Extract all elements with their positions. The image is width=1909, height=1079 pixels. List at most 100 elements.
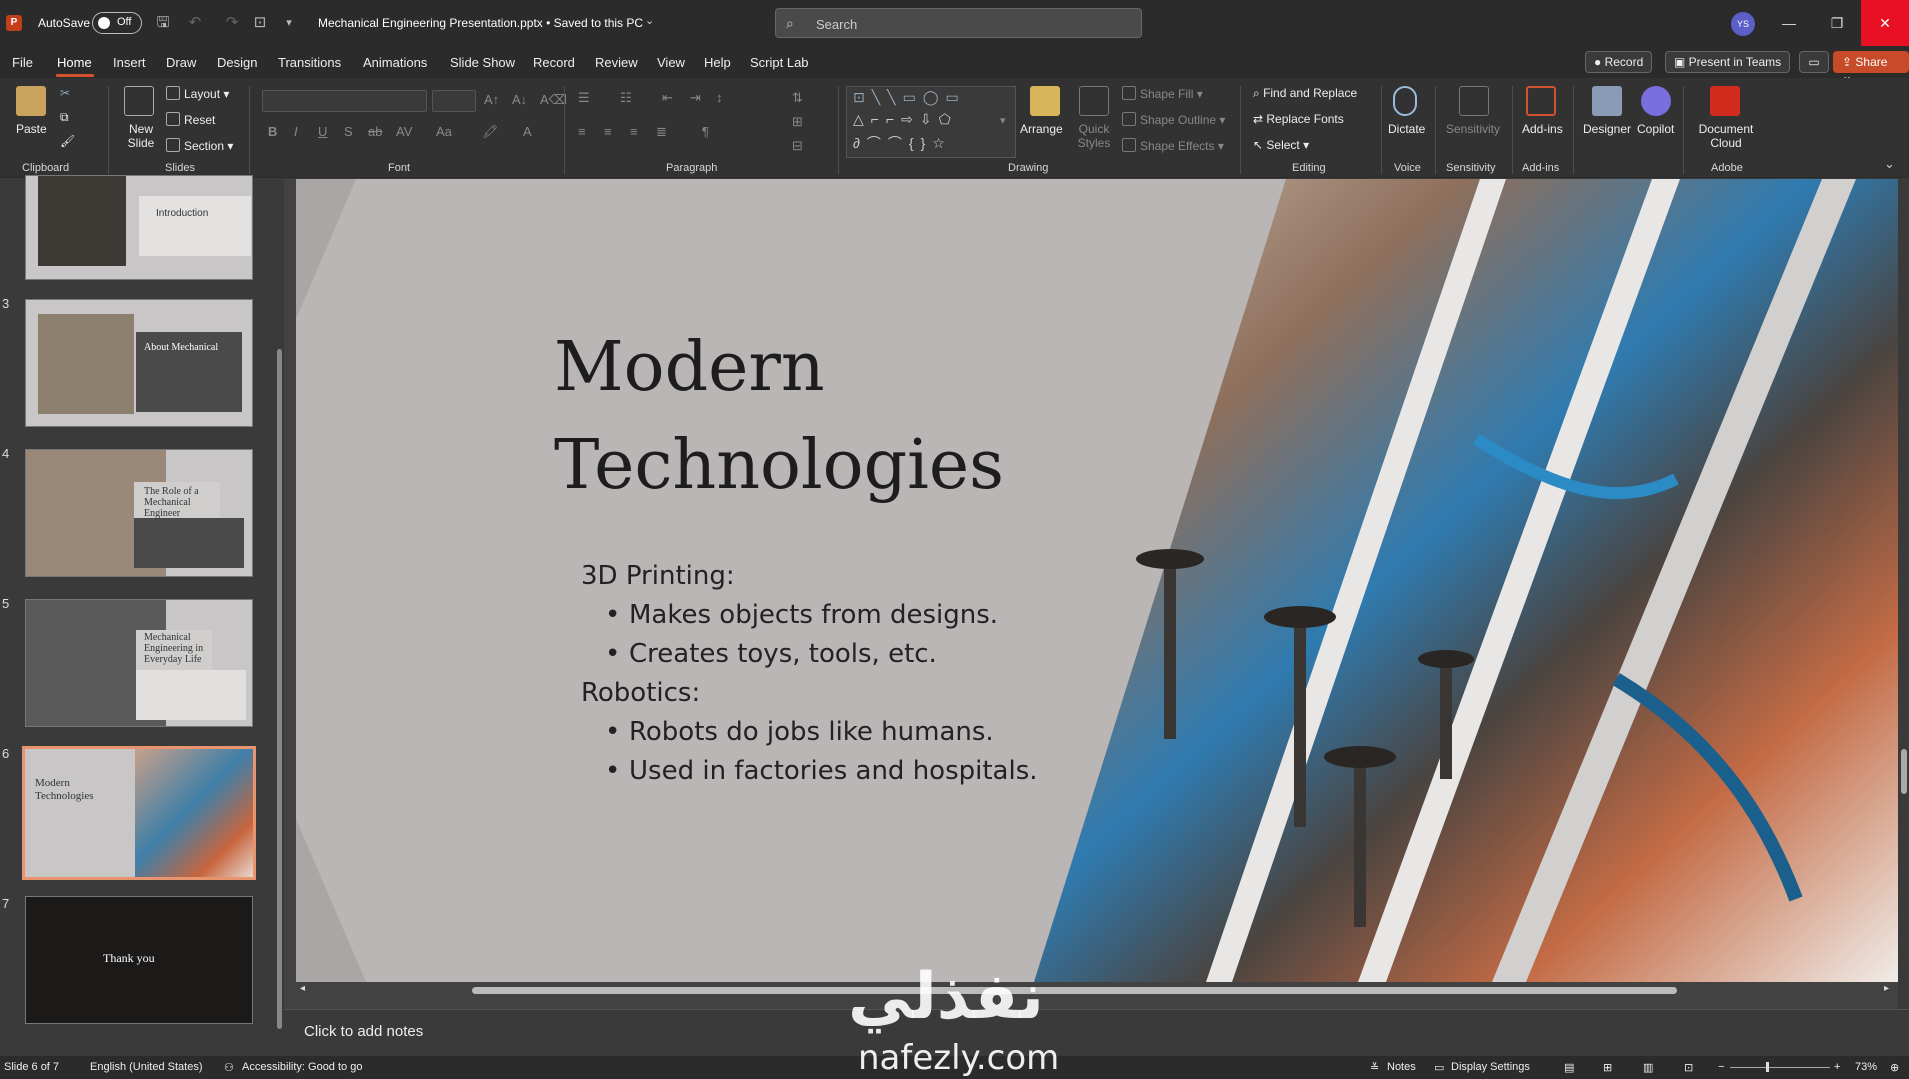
tab-draw[interactable]: Draw xyxy=(166,55,196,70)
decrease-indent-icon[interactable]: ⇤ xyxy=(662,90,673,106)
zoom-out-icon[interactable]: − xyxy=(1718,1061,1724,1073)
horizontal-scrollbar[interactable]: ◂ ▸ xyxy=(296,982,1898,998)
zoom-level[interactable]: 73% xyxy=(1855,1061,1877,1073)
microphone-icon[interactable] xyxy=(1393,86,1417,116)
new-slide-button[interactable]: New Slide xyxy=(121,122,161,150)
document-title[interactable]: Mechanical Engineering Presentation.pptx… xyxy=(318,16,643,30)
copy-icon[interactable]: ⧉ xyxy=(60,110,69,125)
tab-transitions[interactable]: Transitions xyxy=(278,55,341,70)
display-settings-button[interactable]: Display Settings xyxy=(1451,1061,1530,1073)
notes-toggle[interactable]: Notes xyxy=(1387,1061,1416,1073)
scroll-thumb[interactable] xyxy=(1901,749,1907,794)
align-center-icon[interactable]: ≡ xyxy=(604,124,612,139)
align-text-icon[interactable]: ⊞ xyxy=(792,114,803,130)
shapes-more-icon[interactable]: ▾ xyxy=(1000,114,1006,127)
bold-icon[interactable]: B xyxy=(268,124,277,139)
restore-button[interactable]: ❐ xyxy=(1813,0,1861,46)
section-button[interactable]: Section ▾ xyxy=(166,138,233,153)
designer-icon[interactable] xyxy=(1592,86,1622,116)
bullets-icon[interactable]: ☰ xyxy=(578,90,590,106)
tab-insert[interactable]: Insert xyxy=(113,55,146,70)
comments-icon[interactable]: ▭ xyxy=(1799,51,1829,73)
fit-slide-icon[interactable]: ⊕ xyxy=(1890,1061,1899,1074)
thumbnail-slide-2[interactable]: Introduction xyxy=(25,175,253,280)
paste-icon[interactable] xyxy=(16,86,46,116)
tab-script-lab[interactable]: Script Lab xyxy=(750,55,809,70)
shape-fill-button[interactable]: Shape Fill ▾ xyxy=(1122,86,1203,101)
autosave-toggle[interactable]: Off xyxy=(92,12,142,34)
avatar[interactable]: YS xyxy=(1731,12,1755,36)
shadow-icon[interactable]: S xyxy=(344,124,353,139)
format-painter-icon[interactable]: 🖌 xyxy=(60,134,75,148)
add-ins-button[interactable]: Add-ins xyxy=(1522,122,1563,136)
current-slide[interactable]: Modern Technologies 3D Printing: Makes o… xyxy=(296,179,1898,982)
scroll-right-icon[interactable]: ▸ xyxy=(1884,983,1889,994)
font-size-combo[interactable] xyxy=(432,90,476,112)
arrange-button[interactable]: Arrange xyxy=(1020,122,1063,136)
thumbnail-slide-3[interactable]: About Mechanical xyxy=(25,299,253,427)
arrange-icon[interactable] xyxy=(1030,86,1060,116)
dictate-button[interactable]: Dictate xyxy=(1388,122,1425,136)
line-spacing-icon[interactable]: ↕ xyxy=(716,90,723,105)
text-direction-icon[interactable]: ¶ xyxy=(702,124,709,139)
copilot-button[interactable]: Copilot xyxy=(1637,122,1674,136)
copilot-icon[interactable] xyxy=(1641,86,1671,116)
tab-design[interactable]: Design xyxy=(217,55,257,70)
sort-icon[interactable]: ⇅ xyxy=(792,90,803,106)
zoom-slider-thumb[interactable] xyxy=(1766,1062,1769,1072)
clear-format-icon[interactable]: A⌫ xyxy=(540,92,567,108)
share-button[interactable]: ⇪ Share ⌄ xyxy=(1833,51,1909,83)
vertical-scrollbar[interactable] xyxy=(1898,179,1909,1009)
shapes-gallery[interactable]: ⊡╲╲▭◯▭ △⌐⌐⇨⇩⬠ ∂⌒⌒{}☆ xyxy=(846,86,1016,158)
thumbnail-slide-7[interactable]: Thank you xyxy=(25,896,253,1024)
thumbnail-slide-6[interactable]: Modern Technologies xyxy=(22,746,256,880)
shape-effects-button[interactable]: Shape Effects ▾ xyxy=(1122,138,1224,153)
slide-body[interactable]: 3D Printing: Makes objects from designs.… xyxy=(581,557,1038,791)
record-button[interactable]: ● Record xyxy=(1585,51,1653,73)
normal-view-icon[interactable]: ▤ xyxy=(1564,1061,1574,1074)
increase-font-icon[interactable]: A↑ xyxy=(484,92,499,107)
collapse-ribbon-icon[interactable]: ⌄ xyxy=(1884,156,1895,172)
decrease-font-icon[interactable]: A↓ xyxy=(512,92,527,107)
justify-icon[interactable]: ≣ xyxy=(656,124,667,140)
undo-icon[interactable]: ↶ xyxy=(185,13,205,33)
replace-fonts-button[interactable]: ⇄ Replace Fonts xyxy=(1253,112,1344,126)
minimize-button[interactable]: — xyxy=(1765,0,1813,46)
slide-sorter-icon[interactable]: ⊞ xyxy=(1603,1061,1612,1074)
char-spacing-icon[interactable]: AV xyxy=(396,124,412,139)
slideshow-icon[interactable]: ⊡ xyxy=(1684,1061,1693,1074)
reset-button[interactable]: Reset xyxy=(166,112,215,127)
zoom-slider[interactable] xyxy=(1730,1067,1830,1068)
search-box[interactable]: ⌕ Search xyxy=(775,8,1142,38)
quick-styles-button[interactable]: Quick Styles xyxy=(1074,122,1114,150)
language-status[interactable]: English (United States) xyxy=(90,1061,203,1073)
align-left-icon[interactable]: ≡ xyxy=(578,124,586,139)
reading-view-icon[interactable]: ▥ xyxy=(1643,1061,1653,1074)
quick-styles-icon[interactable] xyxy=(1079,86,1109,116)
add-ins-icon[interactable] xyxy=(1526,86,1556,116)
zoom-in-icon[interactable]: + xyxy=(1834,1061,1840,1073)
underline-icon[interactable]: U xyxy=(318,124,327,139)
redo-icon[interactable]: ↷ xyxy=(222,13,242,33)
layout-button[interactable]: Layout ▾ xyxy=(166,86,229,101)
customize-qat-icon[interactable]: ▾ xyxy=(279,13,299,33)
sensitivity-icon[interactable] xyxy=(1459,86,1489,116)
notes-pane[interactable]: Click to add notes xyxy=(284,1009,1909,1056)
scroll-left-icon[interactable]: ◂ xyxy=(300,983,305,994)
numbering-icon[interactable]: ☷ xyxy=(620,90,632,106)
italic-icon[interactable]: I xyxy=(294,124,298,139)
thumbnail-slide-5[interactable]: Mechanical Engineering in Everyday Life xyxy=(25,599,253,727)
select-button[interactable]: ↖ Select ▾ xyxy=(1253,138,1309,152)
paste-button[interactable]: Paste xyxy=(16,122,47,136)
highlight-icon[interactable]: 🖍 xyxy=(482,124,499,140)
tab-help[interactable]: Help xyxy=(704,55,731,70)
tab-view[interactable]: View xyxy=(657,55,685,70)
adobe-pdf-icon[interactable] xyxy=(1710,86,1740,116)
present-in-teams-button[interactable]: ▣ Present in Teams xyxy=(1665,51,1791,73)
tab-file[interactable]: File xyxy=(12,55,33,70)
present-icon[interactable]: ⊡ xyxy=(250,13,270,33)
tab-slide-show[interactable]: Slide Show xyxy=(450,55,515,70)
change-case-icon[interactable]: Aa xyxy=(436,124,452,139)
shape-outline-button[interactable]: Shape Outline ▾ xyxy=(1122,112,1225,127)
cut-icon[interactable]: ✂ xyxy=(60,86,70,100)
